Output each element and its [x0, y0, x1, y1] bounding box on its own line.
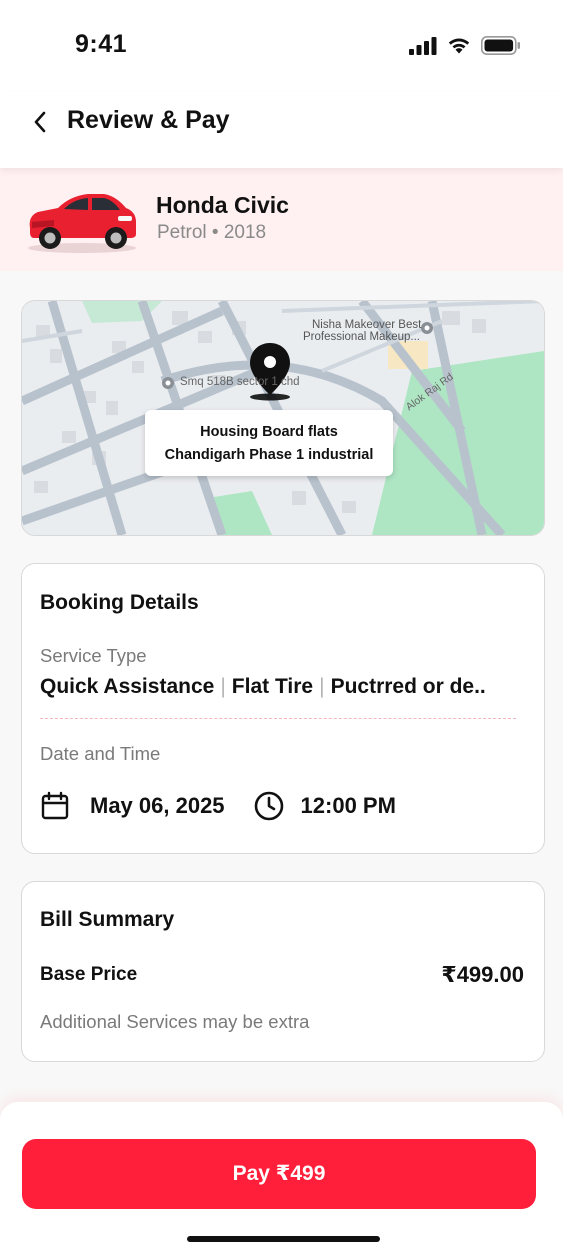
back-button[interactable] — [26, 108, 54, 136]
vehicle-details: Petrol • 2018 — [157, 222, 267, 243]
service-item: Puctrred or de.. — [330, 675, 486, 698]
battery-icon — [481, 36, 520, 55]
calendar-icon — [41, 791, 69, 820]
pay-button[interactable]: Pay ₹499 — [22, 1139, 536, 1209]
separator: | — [220, 675, 226, 698]
booking-time: 12:00 PM — [300, 793, 396, 818]
date-time-row: May 06, 2025 12:00 PM — [40, 790, 396, 822]
service-list: Quick Assistance | Flat Tire | Puctrred or d… — [40, 675, 530, 699]
date-time-label: Date and Time — [40, 743, 161, 764]
status-icons — [409, 36, 521, 55]
location-line-1: Housing Board flats — [200, 424, 338, 440]
location-line-2: Chandigarh Phase 1 industrial — [164, 447, 374, 463]
signal-icon — [409, 36, 437, 55]
bill-title: Bill Summary — [40, 908, 175, 931]
location-callout: Housing Board flats Chandigarh Phase 1 i… — [145, 410, 393, 476]
base-price-value: ₹499.00 — [441, 962, 524, 987]
service-type-label: Service Type — [40, 645, 147, 666]
map-poi-label: Professional Makeup... — [303, 331, 420, 343]
car-icon — [28, 194, 137, 253]
app-header: Review & Pay — [0, 92, 563, 168]
home-indicator — [187, 1236, 380, 1242]
service-item: Quick Assistance — [40, 675, 215, 698]
status-bar: 9:41 — [0, 0, 563, 92]
service-item: Flat Tire — [231, 675, 314, 698]
vehicle-banner: Honda Civic Petrol • 2018 — [0, 168, 563, 271]
wifi-icon — [448, 38, 470, 54]
base-price-label: Base Price — [40, 964, 138, 985]
booking-date: May 06, 2025 — [90, 793, 225, 818]
dashed-divider — [40, 718, 516, 719]
map-poi-label: Smq 518B sector 1 chd — [180, 376, 300, 388]
chevron-left-icon — [34, 111, 46, 133]
bottom-bar: Pay ₹499 — [0, 1102, 563, 1257]
bill-note: Additional Services may be extra — [40, 1011, 310, 1032]
status-time: 9:41 — [75, 30, 128, 58]
vehicle-name: Honda Civic — [156, 192, 289, 218]
location-map[interactable]: Smq 518B sector 1 chd Nisha Makeover Bes… — [21, 300, 545, 536]
map-poi-label: Nisha Makeover Best — [312, 319, 422, 331]
separator: | — [319, 675, 325, 698]
clock-icon — [254, 791, 283, 821]
bill-summary-card: Bill Summary Base Price ₹499.00 Addition… — [21, 881, 545, 1062]
booking-details-card: Booking Details Service Type Quick Assis… — [21, 563, 545, 854]
page-title: Review & Pay — [67, 106, 230, 134]
booking-title: Booking Details — [40, 591, 199, 614]
